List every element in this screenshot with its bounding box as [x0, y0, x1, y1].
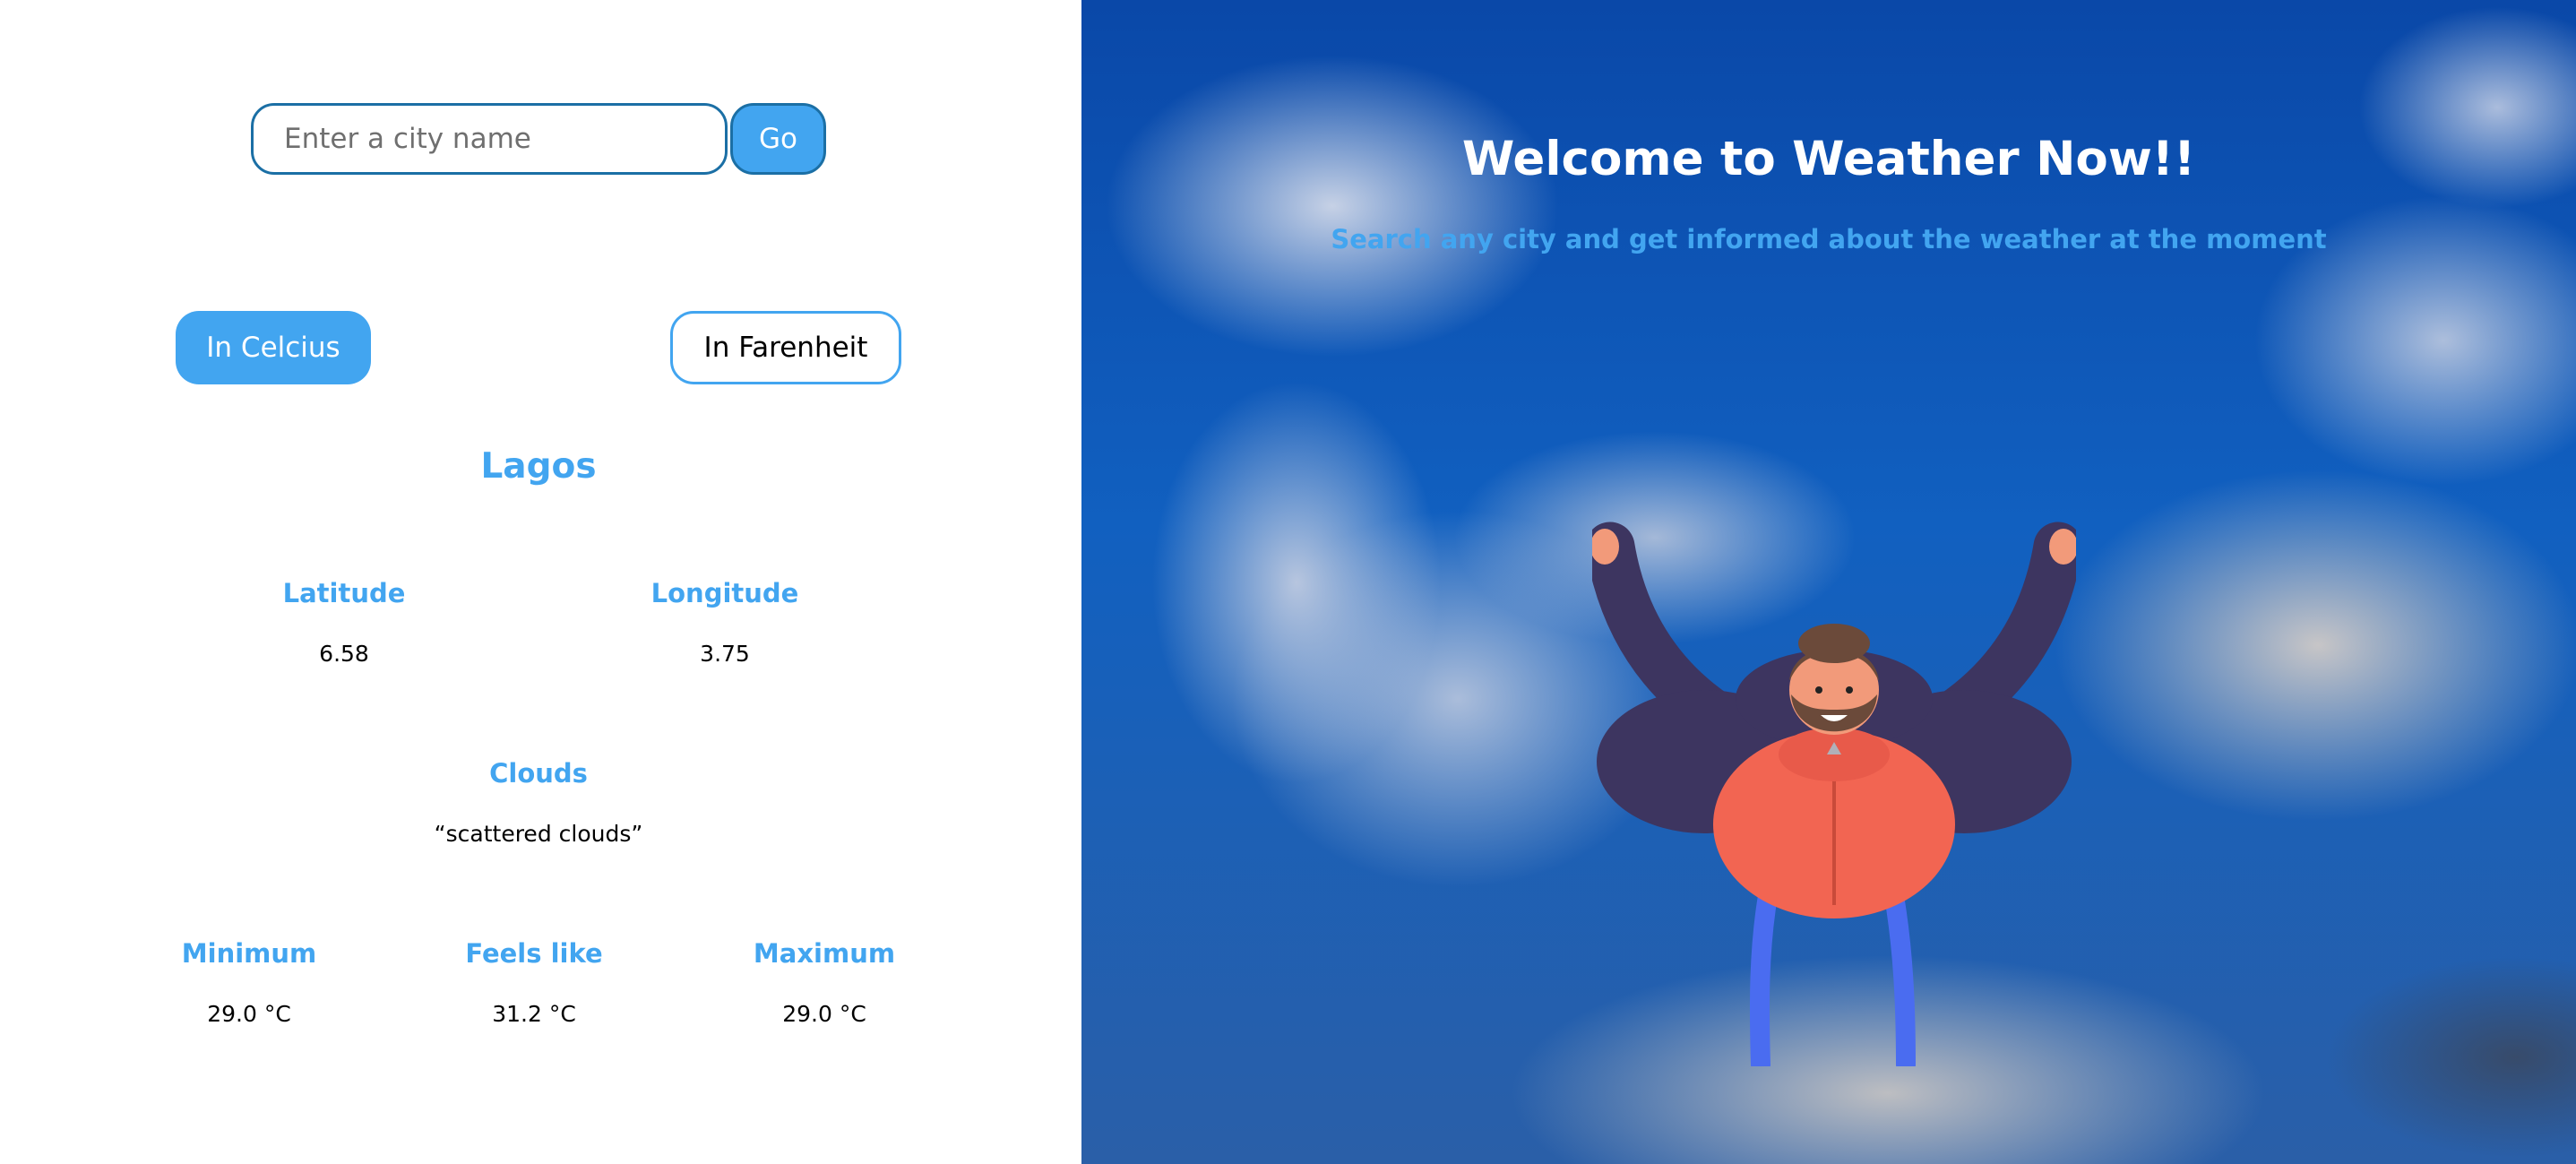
longitude-value: 3.75	[700, 641, 750, 667]
hero-panel: Welcome to Weather Now!! Search any city…	[1081, 0, 2576, 1164]
latitude-value: 6.58	[319, 641, 369, 667]
maximum-label: Maximum	[753, 938, 896, 969]
city-search-input[interactable]	[251, 103, 728, 175]
clouds-value: “scattered clouds”	[434, 821, 643, 847]
welcome-subtitle: Search any city and get informed about t…	[1331, 224, 2327, 254]
minimum-label: Minimum	[181, 938, 317, 969]
longitude-label: Longitude	[650, 578, 799, 608]
feels-like-value: 31.2 °C	[492, 1001, 576, 1027]
minimum-value: 29.0 °C	[207, 1001, 291, 1027]
fahrenheit-button[interactable]: In Farenheit	[670, 311, 901, 384]
weather-panel: Go In Celcius In Farenheit Lagos Latitud…	[0, 0, 1081, 1164]
welcome-title: Welcome to Weather Now!!	[1461, 132, 2196, 186]
skydiver-illustration	[1592, 522, 2076, 1066]
go-button[interactable]: Go	[730, 103, 826, 175]
feels-like-label: Feels like	[465, 938, 603, 969]
city-name: Lagos	[480, 446, 597, 487]
clouds-label: Clouds	[489, 758, 588, 789]
latitude-label: Latitude	[282, 578, 406, 608]
celsius-button[interactable]: In Celcius	[176, 311, 371, 384]
maximum-value: 29.0 °C	[782, 1001, 866, 1027]
